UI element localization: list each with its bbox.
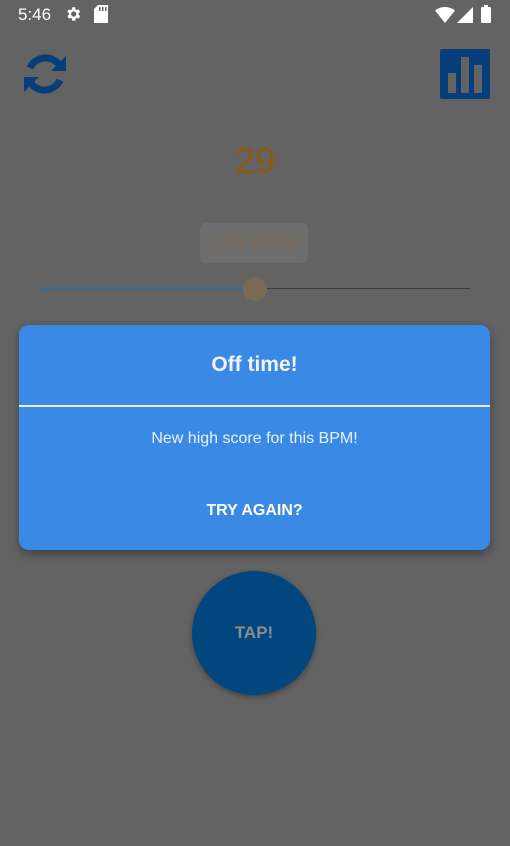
slider-track-inactive[interactable] (255, 288, 470, 289)
dialog-title: Off time! (211, 353, 298, 376)
tap-button[interactable]: TAP! (192, 571, 316, 695)
try-again-button[interactable]: TRY AGAIN? (179, 497, 330, 525)
refresh-icon[interactable] (22, 52, 68, 101)
slider-track-active[interactable] (40, 287, 255, 290)
gear-icon (64, 5, 82, 28)
dialog-divider (19, 405, 490, 407)
score-counter: 29 (234, 140, 276, 181)
bar-chart-icon[interactable] (440, 49, 490, 104)
cell-signal-icon (457, 7, 473, 28)
result-dialog: Off time! New high score for this BPM! T… (19, 325, 490, 550)
dialog-message: New high score for this BPM! (151, 430, 358, 447)
status-time: 5:46 (18, 5, 52, 24)
bpm-label: 105 BPM (200, 223, 308, 263)
status-bar: 5:46 (0, 0, 510, 30)
battery-icon (481, 5, 491, 28)
slider-thumb[interactable] (243, 277, 267, 301)
sd-card-icon (94, 5, 108, 28)
tap-button-label: TAP! (234, 623, 274, 642)
wifi-icon (435, 6, 455, 28)
